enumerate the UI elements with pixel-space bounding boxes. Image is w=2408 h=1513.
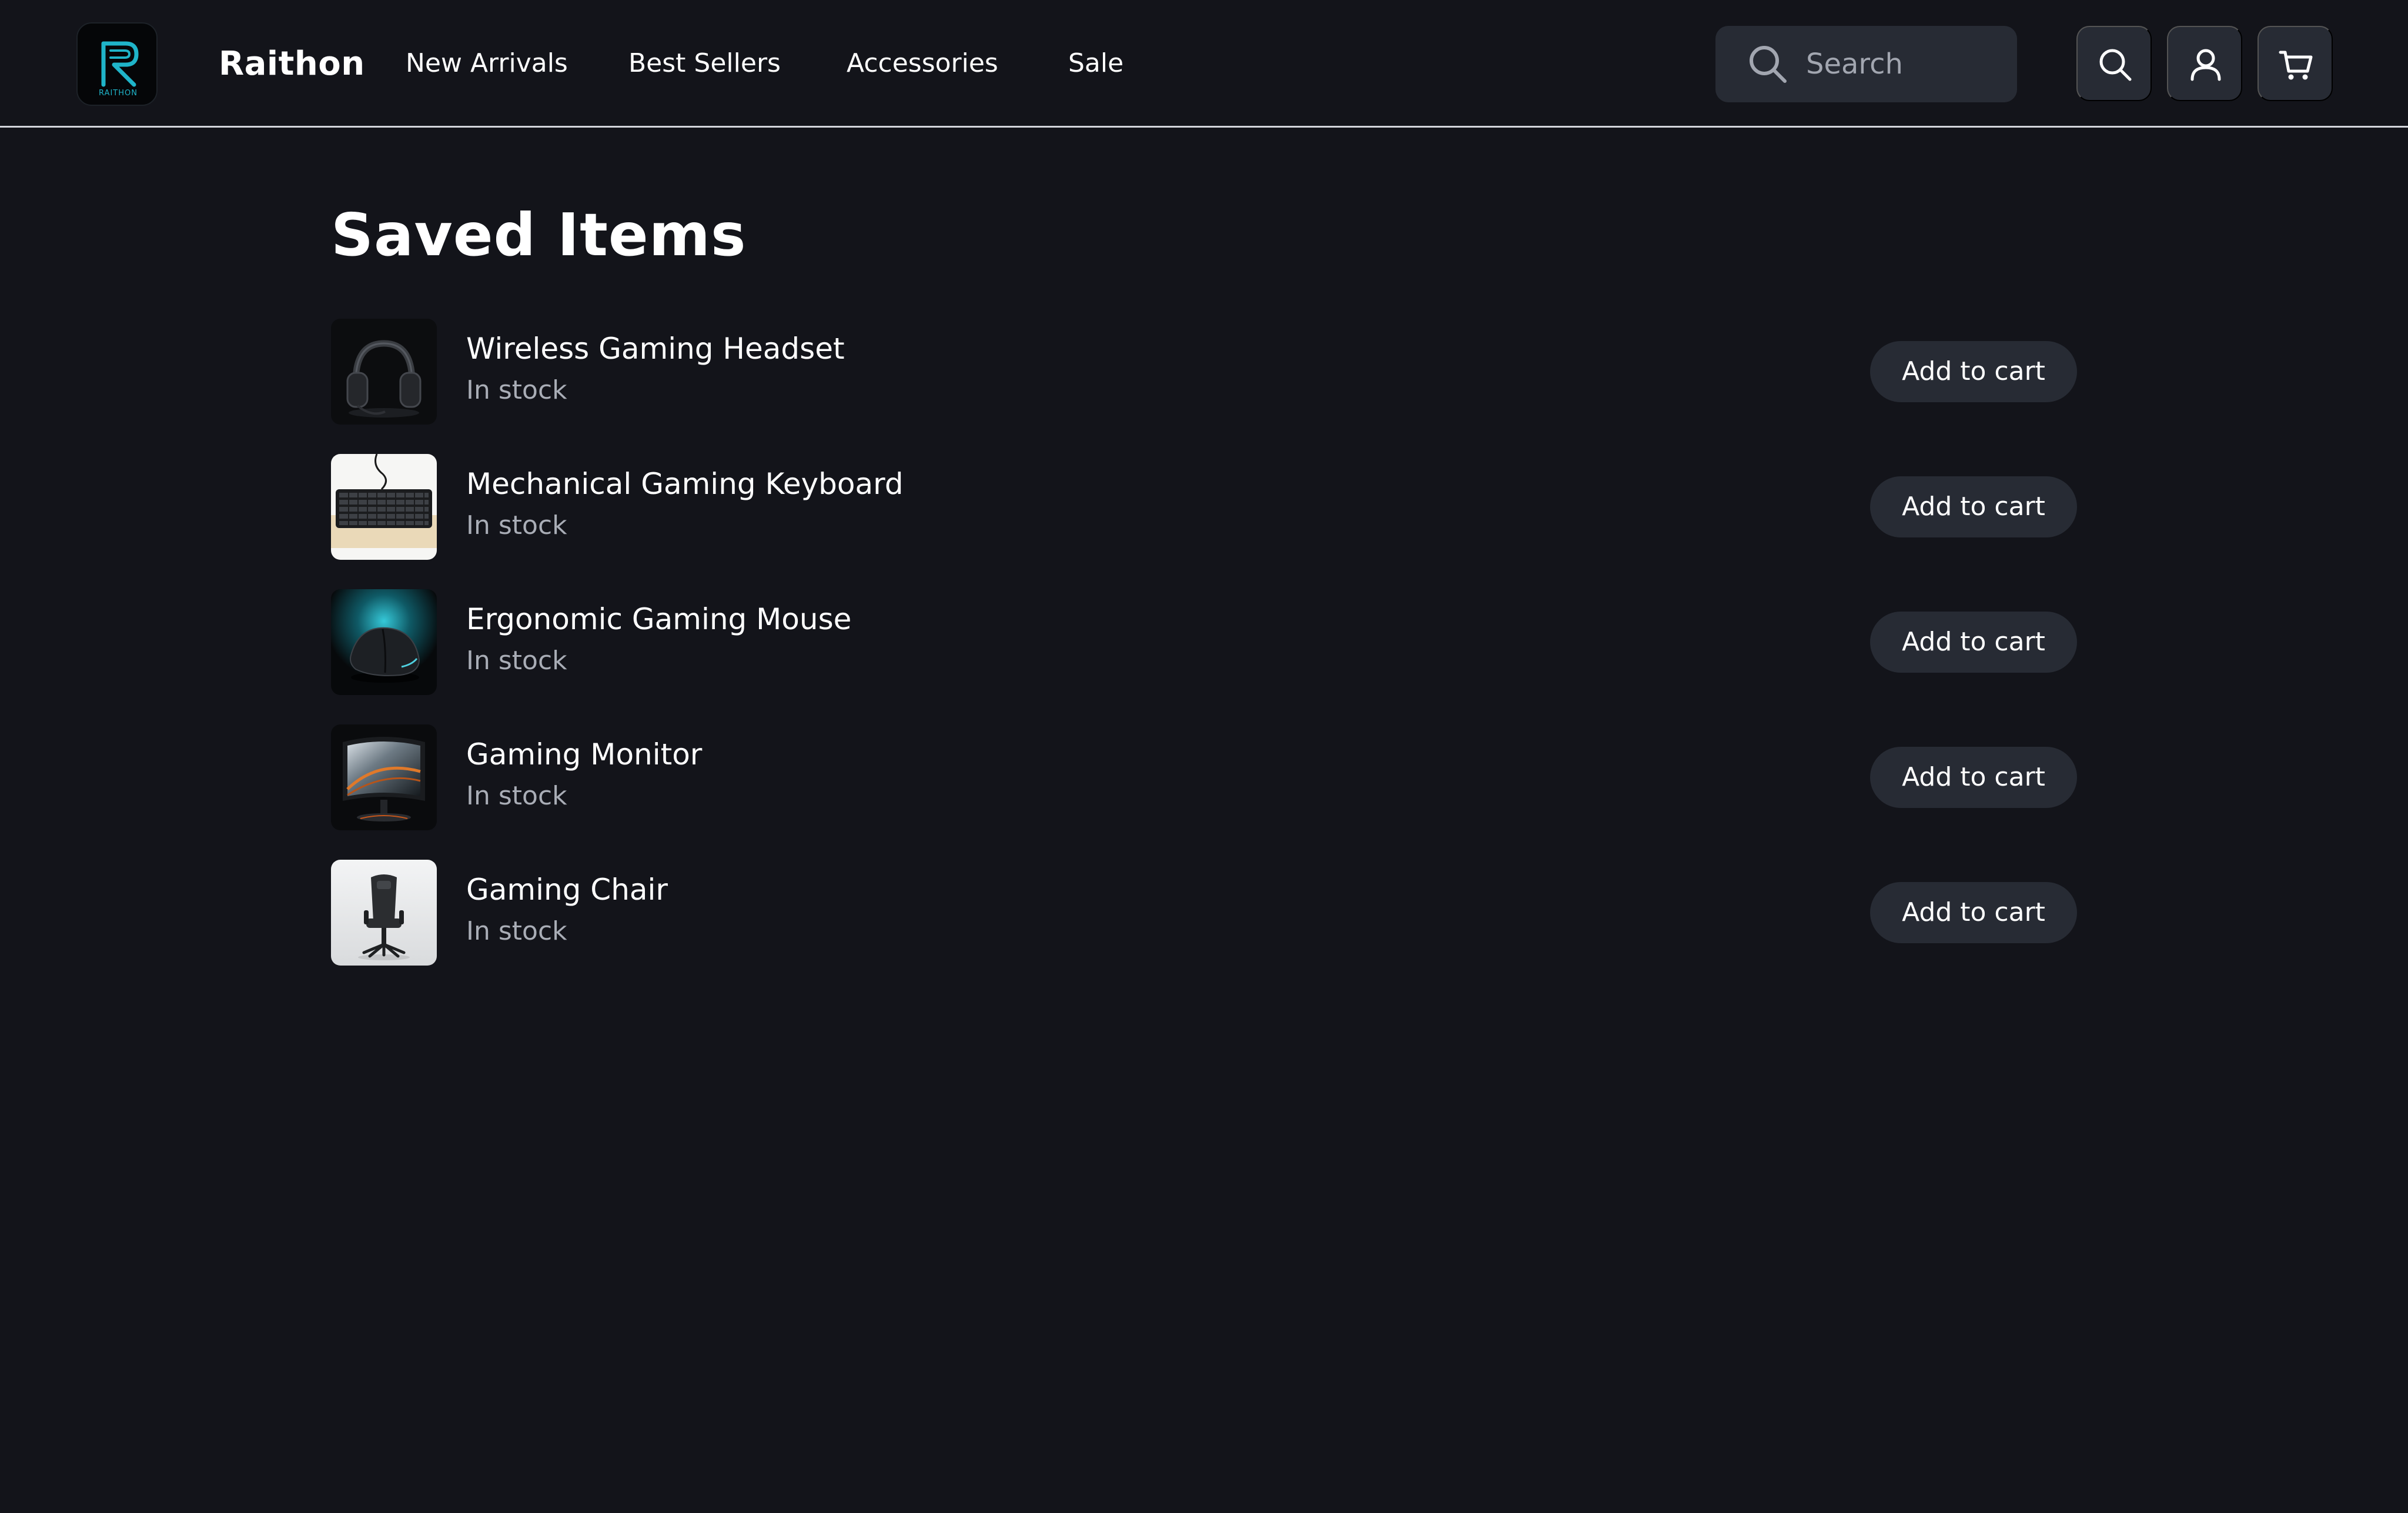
stock-status: In stock bbox=[466, 781, 567, 811]
stock-status: In stock bbox=[466, 646, 567, 676]
search-button[interactable] bbox=[2076, 26, 2152, 101]
item-name[interactable]: Mechanical Gaming Keyboard bbox=[466, 466, 904, 502]
user-icon bbox=[2190, 49, 2221, 81]
saved-item: Gaming Chair In stock Add to cart bbox=[331, 860, 2077, 966]
item-name[interactable]: Gaming Monitor bbox=[466, 736, 702, 773]
monitor-icon bbox=[331, 724, 437, 830]
account-button[interactable] bbox=[2167, 26, 2242, 101]
stock-status: In stock bbox=[466, 375, 567, 405]
search-box[interactable] bbox=[1715, 26, 2017, 102]
add-to-cart-button[interactable]: Add to cart bbox=[1870, 612, 2077, 673]
saved-item: Mechanical Gaming Keyboard In stock Add … bbox=[331, 454, 2077, 560]
keyboard-icon bbox=[331, 454, 437, 560]
product-thumbnail-chair[interactable] bbox=[331, 860, 437, 966]
mouse-icon bbox=[331, 589, 437, 695]
saved-items-list: Wireless Gaming Headset In stock Add to … bbox=[331, 319, 2077, 995]
product-thumbnail-keyboard[interactable] bbox=[331, 454, 437, 560]
site-header: RAITHON Raithon New Arrivals Best Seller… bbox=[0, 0, 2408, 128]
item-name[interactable]: Ergonomic Gaming Mouse bbox=[466, 601, 851, 637]
product-thumbnail-monitor[interactable] bbox=[331, 724, 437, 830]
saved-item: Wireless Gaming Headset In stock Add to … bbox=[331, 319, 2077, 425]
add-to-cart-button[interactable]: Add to cart bbox=[1870, 882, 2077, 943]
chair-icon bbox=[331, 860, 437, 966]
nav-link-new-arrivals[interactable]: New Arrivals bbox=[406, 47, 568, 80]
cart-icon bbox=[2279, 51, 2313, 80]
page-title: Saved Items bbox=[331, 201, 747, 269]
saved-item: Ergonomic Gaming Mouse In stock Add to c… bbox=[331, 589, 2077, 695]
search-input[interactable] bbox=[1805, 45, 1999, 84]
headset-icon bbox=[331, 319, 437, 425]
stock-status: In stock bbox=[466, 916, 567, 946]
search-icon bbox=[1750, 46, 1787, 83]
nav-link-best-sellers[interactable]: Best Sellers bbox=[628, 47, 781, 80]
item-name[interactable]: Gaming Chair bbox=[466, 871, 668, 908]
search-icon bbox=[2099, 49, 2132, 81]
raithon-logo-icon: RAITHON bbox=[99, 41, 139, 98]
brand-name[interactable]: Raithon bbox=[219, 45, 365, 84]
product-thumbnail-headset[interactable] bbox=[331, 319, 437, 425]
add-to-cart-button[interactable]: Add to cart bbox=[1870, 476, 2077, 537]
add-to-cart-button[interactable]: Add to cart bbox=[1870, 747, 2077, 808]
nav-link-accessories[interactable]: Accessories bbox=[847, 47, 998, 80]
item-name[interactable]: Wireless Gaming Headset bbox=[466, 330, 845, 367]
stock-status: In stock bbox=[466, 510, 567, 540]
product-thumbnail-mouse[interactable] bbox=[331, 589, 437, 695]
cart-button[interactable] bbox=[2258, 26, 2333, 101]
brand-logo[interactable]: RAITHON bbox=[76, 22, 158, 106]
saved-item: Gaming Monitor In stock Add to cart bbox=[331, 724, 2077, 830]
add-to-cart-button[interactable]: Add to cart bbox=[1870, 341, 2077, 402]
nav-link-sale[interactable]: Sale bbox=[1068, 47, 1123, 80]
svg-text:RAITHON: RAITHON bbox=[99, 89, 138, 98]
